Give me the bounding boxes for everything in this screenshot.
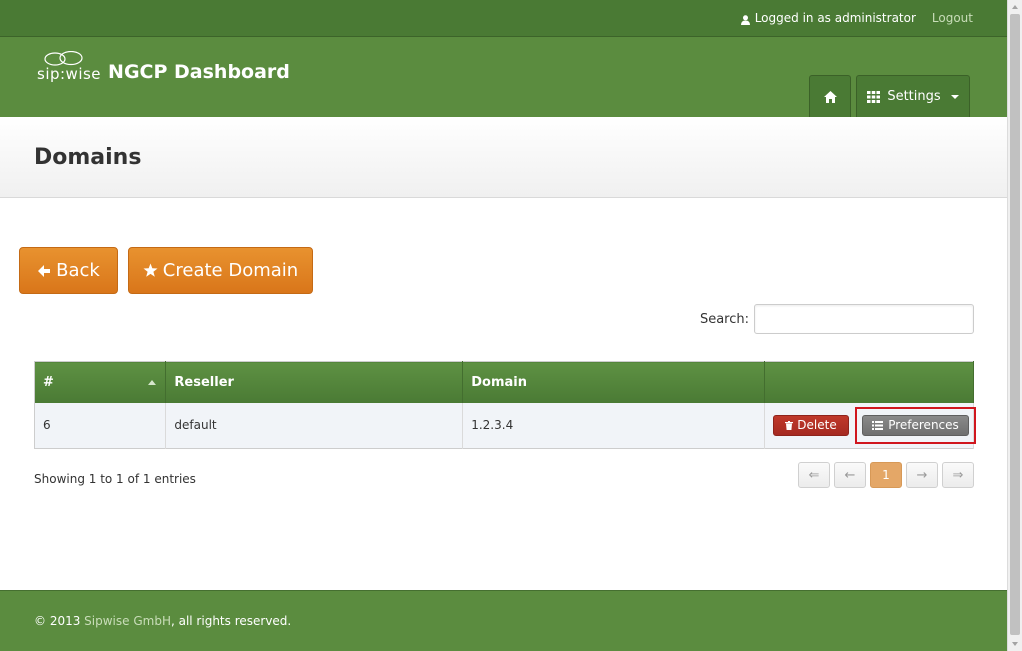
column-header-id[interactable]: # [34, 361, 167, 403]
cell-id: 6 [34, 402, 167, 449]
speech-bubbles-icon [44, 51, 83, 66]
settings-dropdown-button[interactable]: Settings [856, 75, 970, 117]
last-page-button[interactable]: ⇒ [942, 462, 974, 488]
back-button[interactable]: Back [19, 247, 118, 294]
column-header-reseller[interactable]: Reseller [165, 361, 464, 403]
dashboard-title: NGCP Dashboard [108, 61, 290, 83]
page-header: Domains [0, 117, 1007, 198]
current-page-button[interactable]: 1 [870, 462, 902, 488]
row-actions: Delete Preferences [773, 406, 976, 444]
vertical-scrollbar[interactable] [1007, 0, 1022, 651]
create-domain-label: Create Domain [162, 260, 299, 281]
first-page-button[interactable]: ⇐ [798, 462, 830, 488]
grid-icon [867, 90, 881, 103]
browser-viewport: Logged in as administrator Logout sip:wi… [0, 0, 1007, 651]
delete-button[interactable]: Delete [773, 414, 849, 436]
preferences-highlight-box: Preferences [855, 406, 976, 444]
cell-reseller: default [165, 402, 464, 449]
previous-page-button[interactable]: ← [834, 462, 866, 488]
footer-company-link[interactable]: Sipwise GmbH [84, 614, 171, 628]
pagination: ⇐ ← 1 → ⇒ [798, 462, 974, 488]
settings-label: Settings [887, 89, 941, 104]
star-icon [143, 263, 158, 277]
sort-ascending-icon [148, 380, 157, 385]
domains-table: # Reseller Domain 6 default 1.2.3.4 Dele… [34, 361, 976, 449]
page-title: Domains [34, 145, 142, 170]
search-input[interactable] [754, 304, 974, 334]
table-info: Showing 1 to 1 of 1 entries [34, 472, 196, 486]
caret-down-icon [950, 94, 959, 99]
trash-icon [785, 420, 794, 430]
footer: © 2013 Sipwise GmbH, all rights reserved… [0, 590, 1007, 651]
list-icon [872, 420, 884, 430]
search-area: Search: [700, 304, 974, 334]
preferences-label: Preferences [888, 418, 959, 433]
brand[interactable]: sip:wise NGCP Dashboard [37, 51, 290, 83]
user-icon [740, 14, 750, 25]
search-label: Search: [699, 311, 749, 327]
table-header-row: # Reseller Domain [34, 361, 974, 403]
back-label: Back [56, 260, 100, 281]
table-row: 6 default 1.2.3.4 Delete Preferences [34, 402, 976, 449]
scroll-up-icon[interactable] [1012, 5, 1018, 9]
scroll-down-icon[interactable] [1012, 642, 1018, 646]
main-navbar: sip:wise NGCP Dashboard Settings [0, 37, 1007, 117]
create-domain-button[interactable]: Create Domain [128, 247, 313, 294]
cell-actions: Delete Preferences [764, 402, 976, 449]
footer-rights: , all rights reserved. [170, 614, 292, 628]
nav-buttons: Settings [809, 75, 970, 117]
cell-domain: 1.2.3.4 [462, 402, 765, 449]
delete-label: Delete [797, 418, 837, 433]
arrow-left-icon [38, 264, 51, 277]
preferences-button[interactable]: Preferences [862, 414, 969, 436]
home-icon [823, 90, 837, 103]
column-header-domain[interactable]: Domain [462, 361, 765, 403]
scroll-thumb[interactable] [1010, 14, 1020, 635]
main-content: Back Create Domain Search: # Reseller Do… [0, 198, 1007, 591]
footer-copyright: © 2013 [34, 614, 85, 628]
sipwise-logo: sip:wise [37, 51, 101, 83]
column-header-actions [764, 361, 974, 403]
top-bar: Logged in as administrator Logout [0, 0, 1007, 37]
next-page-button[interactable]: → [906, 462, 938, 488]
logged-in-text: Logged in as administrator [754, 11, 916, 25]
logout-link[interactable]: Logout [932, 11, 973, 25]
home-button[interactable] [809, 75, 851, 117]
